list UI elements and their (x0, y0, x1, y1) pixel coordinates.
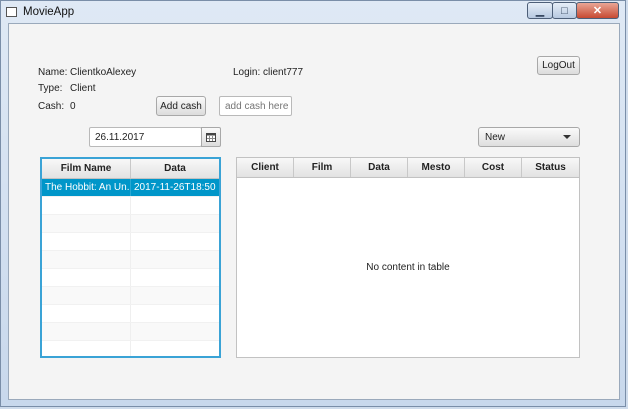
name-value: ClientkoAlexey (70, 67, 137, 78)
logout-button[interactable]: LogOut (537, 56, 580, 75)
title-bar[interactable]: MovieApp ▁ □ ✕ (1, 1, 625, 23)
minimize-icon: ▁ (535, 5, 545, 17)
empty-row (42, 251, 219, 269)
column-header-client[interactable]: Client (237, 158, 294, 177)
maximize-icon: □ (561, 4, 568, 17)
add-cash-button[interactable]: Add cash (156, 96, 206, 116)
status-filter-dropdown[interactable]: New (478, 127, 580, 147)
column-header-mesto[interactable]: Mesto (408, 158, 465, 177)
cash-label: Cash: (38, 101, 65, 112)
table-row[interactable]: The Hobbit: An Un... 2017-11-26T18:50 (42, 179, 219, 197)
calendar-button[interactable] (201, 127, 221, 147)
main-content: Name: ClientkoAlexey Login: client777 Ty… (8, 23, 620, 400)
status-filter-value: New (485, 131, 506, 143)
calendar-icon (206, 132, 216, 142)
app-icon (6, 7, 17, 17)
empty-row (42, 233, 219, 251)
close-icon: ✕ (592, 5, 603, 17)
maximize-button[interactable]: □ (552, 2, 577, 19)
films-table-header: Film Name Data (42, 159, 219, 179)
empty-row (42, 305, 219, 323)
empty-row (42, 287, 219, 305)
empty-table-placeholder: No content in table (366, 262, 450, 273)
column-header-film[interactable]: Film (294, 158, 351, 177)
empty-row (42, 215, 219, 233)
date-picker-field[interactable]: 26.11.2017 (89, 127, 202, 147)
orders-table-header: Client Film Data Mesto Cost Status (237, 158, 579, 178)
orders-table[interactable]: Client Film Data Mesto Cost Status No co… (236, 157, 580, 358)
empty-row (42, 197, 219, 215)
type-value: Client (70, 83, 96, 94)
app-window: MovieApp ▁ □ ✕ Name: ClientkoAlexey Logi… (0, 0, 626, 407)
type-label: Type: (38, 83, 63, 94)
empty-row (42, 323, 219, 341)
name-label: Name: (38, 67, 68, 78)
login-text: Login: client777 (233, 67, 304, 78)
caption-buttons: ▁ □ ✕ (527, 2, 619, 19)
column-header-data[interactable]: Data (351, 158, 408, 177)
date-picker-value: 26.11.2017 (95, 131, 145, 143)
column-header-status[interactable]: Status (522, 158, 579, 177)
close-button[interactable]: ✕ (576, 2, 619, 19)
column-header-film-name[interactable]: Film Name (42, 159, 131, 178)
film-data-cell: 2017-11-26T18:50 (134, 182, 216, 193)
empty-row (42, 341, 219, 356)
column-header-data[interactable]: Data (131, 159, 219, 178)
cash-value: 0 (70, 101, 76, 112)
empty-row (42, 269, 219, 287)
minimize-button[interactable]: ▁ (527, 2, 553, 19)
film-name-cell: The Hobbit: An Un... (42, 179, 131, 196)
chevron-down-icon (563, 135, 571, 139)
add-cash-input[interactable] (219, 96, 292, 116)
films-table[interactable]: Film Name Data The Hobbit: An Un... 2017… (40, 157, 221, 358)
column-header-cost[interactable]: Cost (465, 158, 522, 177)
window-title: MovieApp (23, 6, 75, 18)
